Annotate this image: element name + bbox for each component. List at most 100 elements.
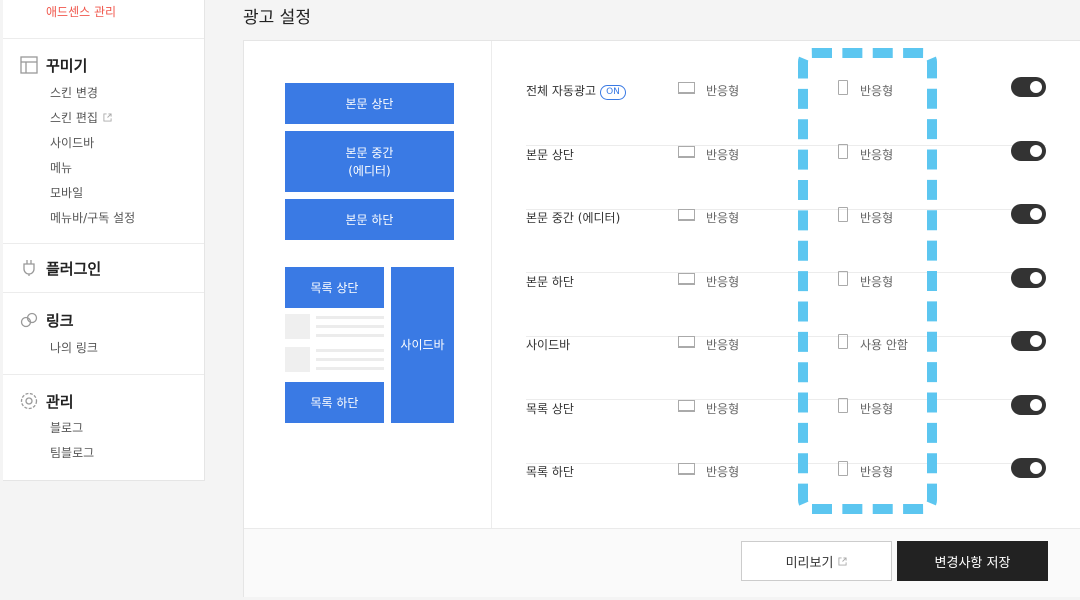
toggle-knob [1030,272,1042,284]
toggle-knob [1030,335,1042,347]
setting-row-label: 목록 상단 [526,402,574,416]
sidebar-item-mobile[interactable]: 모바일 [50,184,83,201]
sidebar-item-adsense[interactable]: 애드센스 관리 [46,3,116,20]
diagram-block-list-bottom: 목록 하단 [285,382,384,423]
divider [3,38,204,39]
sidebar-item-menubar[interactable]: 메뉴바/구독 설정 [50,209,135,226]
list-text-placeholder [316,358,384,361]
pc-ad-type[interactable]: 반응형 [706,146,739,163]
list-text-placeholder [316,349,384,352]
setting-row-content-top: 본문 상단 반응형 반응형 [526,141,1046,210]
pc-ad-type[interactable]: 반응형 [706,463,739,480]
mobile-icon [838,398,848,413]
list-thumbnail-placeholder [285,347,310,372]
desktop-icon [678,209,695,221]
setting-row-label: 본문 하단 [526,275,574,289]
mobile-ad-type[interactable]: 반응형 [860,209,893,226]
setting-row-sidebar: 사이드바 반응형 사용 안함 [526,331,1046,400]
list-text-placeholder [316,367,384,370]
sidebar-section-manage[interactable]: 관리 [46,391,74,412]
sidebar-section-links[interactable]: 링크 [46,310,74,331]
diagram-label: 사이드바 [400,338,445,352]
sidebar-item-sidebar[interactable]: 사이드바 [50,134,94,151]
toggle-knob [1030,145,1042,157]
gear-icon [20,392,38,410]
mobile-ad-type[interactable]: 사용 안함 [860,336,908,353]
mobile-icon [838,144,848,159]
setting-row-list-top: 목록 상단 반응형 반응형 [526,395,1046,464]
diagram-block-sidebar: 사이드바 [391,267,454,423]
page-title: 광고 설정 [243,8,311,28]
toggle-knob [1030,81,1042,93]
diagram-label: 본문 하단 [345,212,394,227]
divider [3,243,204,244]
sidebar-item-team-blog[interactable]: 팀블로그 [50,444,94,461]
setting-row-label: 전체 자동광고 ON [526,82,626,100]
mobile-icon [838,80,848,95]
preview-button-label: 미리보기 [785,555,834,571]
setting-row-content-bottom: 본문 하단 반응형 반응형 [526,268,1046,337]
diagram-label: 본문 상단 [345,96,394,111]
sidebar-item-my-links[interactable]: 나의 링크 [50,339,98,356]
sidebar-item-menu[interactable]: 메뉴 [50,159,72,176]
preview-button[interactable]: 미리보기 [741,541,892,581]
diagram-block-content-bottom: 본문 하단 [285,199,454,240]
setting-row-label: 사이드바 [526,338,571,352]
pc-ad-type[interactable]: 반응형 [706,209,739,226]
external-link-icon [838,556,847,566]
pc-ad-type[interactable]: 반응형 [706,82,739,99]
mobile-ad-type[interactable]: 반응형 [860,463,893,480]
layout-icon [20,56,38,74]
on-badge: ON [600,85,626,100]
ad-settings-panel: 본문 상단 본문 중간 (에디터) 본문 하단 목록 상단 사이드바 목록 하단… [243,40,1080,597]
toggle-switch[interactable] [1011,395,1046,415]
divider [491,41,492,528]
pc-ad-type[interactable]: 반응형 [706,336,739,353]
toggle-switch[interactable] [1011,77,1046,97]
sidebar-item-blog[interactable]: 블로그 [50,419,83,436]
mobile-ad-type[interactable]: 반응형 [860,273,893,290]
desktop-icon [678,273,695,285]
mobile-ad-type[interactable]: 반응형 [860,82,893,99]
mobile-icon [838,271,848,286]
sidebar-item-label: 스킨 편집 [50,111,98,125]
desktop-icon [678,463,695,475]
toggle-switch[interactable] [1011,268,1046,288]
mobile-icon [838,334,848,349]
desktop-icon [678,400,695,412]
save-changes-button[interactable]: 변경사항 저장 [897,541,1048,581]
toggle-knob [1030,208,1042,220]
desktop-icon [678,82,695,94]
mobile-ad-type[interactable]: 반응형 [860,146,893,163]
toggle-switch[interactable] [1011,331,1046,351]
setting-label-text: 전체 자동광고 [526,84,597,98]
mobile-ad-type[interactable]: 반응형 [860,400,893,417]
diagram-block-content-middle: 본문 중간 (에디터) [285,131,454,192]
desktop-icon [678,146,695,158]
list-text-placeholder [316,325,384,328]
diagram-label: 본문 중간 [345,145,394,160]
setting-row-label: 목록 하단 [526,465,574,479]
diagram-label: 목록 하단 [310,395,359,410]
desktop-icon [678,336,695,348]
toggle-switch[interactable] [1011,458,1046,478]
mobile-icon [838,461,848,476]
setting-row-label: 본문 상단 [526,148,574,162]
external-link-icon [103,113,112,122]
sidebar-item-skin-edit[interactable]: 스킨 편집 [50,109,112,126]
sidebar-section-plugins[interactable]: 플러그인 [46,258,101,279]
toggle-switch[interactable] [1011,204,1046,224]
pc-ad-type[interactable]: 반응형 [706,400,739,417]
sidebar-section-customize[interactable]: 꾸미기 [46,55,87,76]
list-text-placeholder [316,334,384,337]
sidebar-item-skin-change[interactable]: 스킨 변경 [50,84,98,101]
toggle-knob [1030,462,1042,474]
list-text-placeholder [316,316,384,319]
panel-footer: 미리보기 변경사항 저장 [244,528,1080,597]
diagram-label: 목록 상단 [310,280,359,295]
toggle-switch[interactable] [1011,141,1046,161]
pc-ad-type[interactable]: 반응형 [706,273,739,290]
setting-row-label: 본문 중간 (에디터) [526,211,621,225]
divider [3,374,204,375]
setting-row-list-bottom: 목록 하단 반응형 반응형 [526,458,1046,526]
